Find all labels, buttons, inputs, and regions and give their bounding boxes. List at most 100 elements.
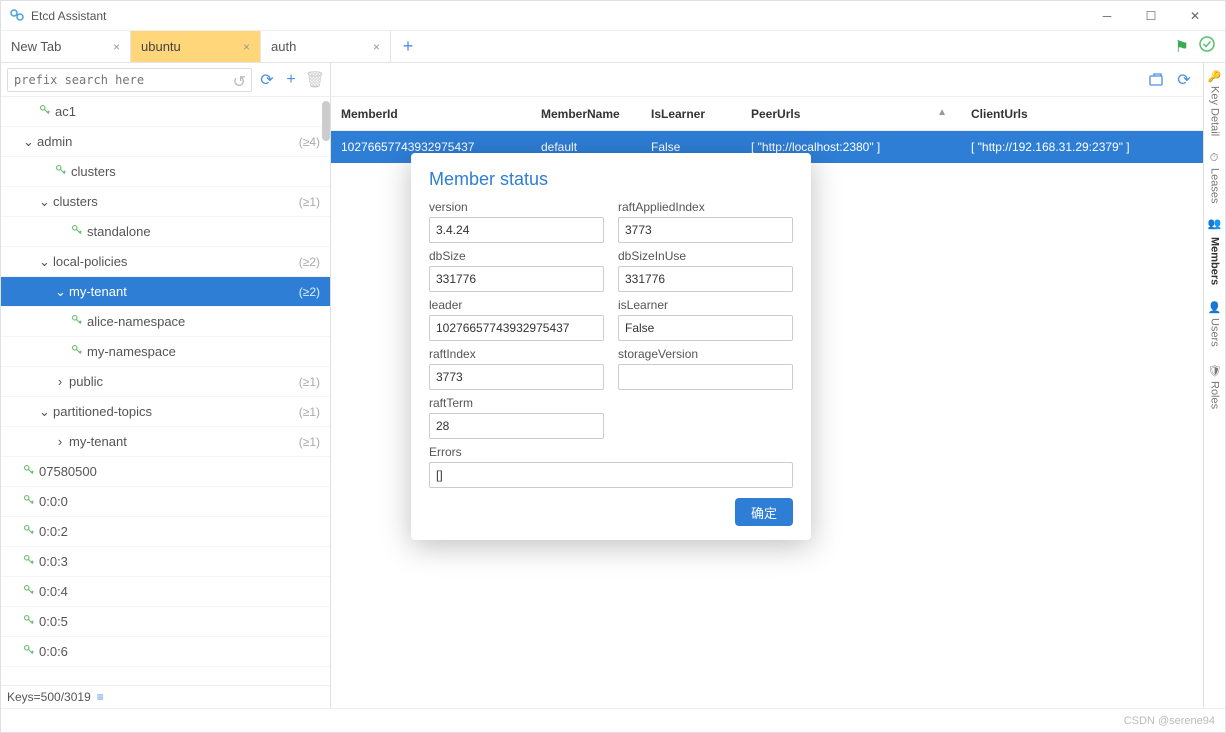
key-icon	[23, 524, 39, 539]
footer-menu-icon[interactable]: ≡	[97, 690, 104, 704]
tree-row[interactable]: ⌄my-tenant(≥2)	[1, 277, 330, 307]
cell-member-name: default	[531, 140, 641, 154]
tree-label: standalone	[87, 224, 320, 239]
key-icon	[23, 614, 39, 629]
key-icon	[23, 554, 39, 569]
tree-row[interactable]: alice-namespace	[1, 307, 330, 337]
label-leader: leader	[429, 298, 604, 312]
tree-row[interactable]: standalone	[1, 217, 330, 247]
th-member-id[interactable]: MemberId	[331, 107, 531, 121]
cell-client-urls: [ "http://192.168.31.29:2379" ]	[961, 140, 1203, 154]
th-client-urls[interactable]: ClientUrls	[961, 107, 1203, 121]
tree-row[interactable]: my-namespace	[1, 337, 330, 367]
tab-label: ubuntu	[141, 39, 181, 54]
field-is-learner[interactable]	[618, 315, 793, 341]
tree-label: my-tenant	[69, 284, 299, 299]
tree-row[interactable]: clusters	[1, 157, 330, 187]
ok-button[interactable]: 确定	[735, 498, 793, 526]
tree-count: (≥2)	[299, 255, 320, 269]
save-to-file-icon[interactable]	[1147, 71, 1165, 89]
tab-members[interactable]: 👥Members	[1208, 219, 1221, 285]
window-maximize-button[interactable]: ☐	[1129, 1, 1173, 31]
content-area: ⟳ MemberId MemberName IsLearner ▲PeerUrl…	[331, 63, 1203, 708]
flag-icon[interactable]: ⚑	[1175, 37, 1189, 57]
label-db-size: dbSize	[429, 249, 604, 263]
tree-row[interactable]: ⌄partitioned-topics(≥1)	[1, 397, 330, 427]
tree-row[interactable]: 0:0:4	[1, 577, 330, 607]
field-raft-applied-index[interactable]	[618, 217, 793, 243]
th-peer-urls[interactable]: ▲PeerUrls	[741, 107, 961, 121]
close-icon[interactable]: ×	[243, 40, 250, 54]
tree-row[interactable]: 0:0:5	[1, 607, 330, 637]
window-minimize-button[interactable]: ─	[1085, 1, 1129, 31]
tab-ubuntu[interactable]: ubuntu ×	[131, 31, 261, 62]
field-raft-term[interactable]	[429, 413, 604, 439]
field-storage-version[interactable]	[618, 364, 793, 390]
tree-row[interactable]: 0:0:3	[1, 547, 330, 577]
label-raft-applied-index: raftAppliedIndex	[618, 200, 793, 214]
tree-row[interactable]: ⌄admin(≥4)	[1, 127, 330, 157]
tree-label: my-namespace	[87, 344, 320, 359]
field-db-size[interactable]	[429, 266, 604, 292]
tree-row[interactable]: ⌄clusters(≥1)	[1, 187, 330, 217]
tree-label: 0:0:4	[39, 584, 320, 599]
tree-label: clusters	[53, 194, 299, 209]
chevron-down-icon: ⌄	[23, 134, 33, 150]
tree-label: clusters	[71, 164, 320, 179]
statusbar: CSDN @serene94	[1, 708, 1225, 732]
key-icon	[23, 584, 39, 599]
tree-row[interactable]: ›public(≥1)	[1, 367, 330, 397]
tree-row[interactable]: 07580500	[1, 457, 330, 487]
add-key-icon[interactable]: +	[282, 71, 300, 89]
label-raft-term: raftTerm	[429, 396, 604, 410]
key-tree[interactable]: ac1⌄admin(≥4)clusters⌄clusters(≥1)standa…	[1, 97, 330, 685]
field-version[interactable]	[429, 217, 604, 243]
label-errors: Errors	[429, 445, 793, 459]
tree-row[interactable]: 0:0:0	[1, 487, 330, 517]
tree-scrollbar[interactable]	[322, 101, 330, 141]
close-icon[interactable]: ×	[373, 40, 380, 54]
key-icon	[23, 644, 39, 659]
close-icon[interactable]: ×	[113, 40, 120, 54]
field-raft-index[interactable]	[429, 364, 604, 390]
roles-icon: 🛡	[1208, 363, 1221, 377]
tab-key-detail[interactable]: 🔑Key Detail	[1208, 69, 1221, 137]
field-leader[interactable]	[429, 315, 604, 341]
chevron-down-icon: ⌄	[55, 284, 65, 300]
new-tab-button[interactable]: +	[391, 31, 425, 62]
field-errors[interactable]	[429, 462, 793, 488]
tree-row[interactable]: ›my-tenant(≥1)	[1, 427, 330, 457]
prefix-search-input[interactable]	[7, 68, 252, 92]
tree-row[interactable]: ac1	[1, 97, 330, 127]
tab-auth[interactable]: auth×	[261, 31, 391, 62]
tree-row[interactable]: 0:0:2	[1, 517, 330, 547]
window-close-button[interactable]: ✕	[1173, 1, 1217, 31]
tab-leases[interactable]: ⏱Leases	[1209, 153, 1221, 203]
label-version: version	[429, 200, 604, 214]
search-clear-icon[interactable]: ↺	[233, 72, 246, 92]
tab-users[interactable]: 👤Users	[1208, 301, 1221, 347]
delete-key-icon[interactable]: 🗑	[306, 71, 324, 89]
th-is-learner[interactable]: IsLearner	[641, 107, 741, 121]
tab-label: New Tab	[11, 39, 61, 54]
tree-row[interactable]: ⌄local-policies(≥2)	[1, 247, 330, 277]
right-sidebar: 🔑Key Detail ⏱Leases 👥Members 👤Users 🛡Rol…	[1203, 63, 1225, 708]
refresh-content-icon[interactable]: ⟳	[1175, 71, 1193, 89]
label-raft-index: raftIndex	[429, 347, 604, 361]
key-icon	[71, 314, 87, 329]
tree-row[interactable]: 0:0:6	[1, 637, 330, 667]
cell-member-id: 10276657743932975437	[331, 140, 531, 154]
tree-label: my-tenant	[69, 434, 299, 449]
chevron-down-icon: ⌄	[39, 404, 49, 420]
key-icon	[23, 464, 39, 479]
field-db-size-in-use[interactable]	[618, 266, 793, 292]
members-table: MemberId MemberName IsLearner ▲PeerUrls …	[331, 97, 1203, 708]
leases-icon: ⏱	[1209, 153, 1221, 164]
th-member-name[interactable]: MemberName	[531, 107, 641, 121]
member-status-dialog: Member status version raftAppliedIndex d…	[411, 153, 811, 540]
tab-roles[interactable]: 🛡Roles	[1208, 363, 1221, 409]
tab-new-tab[interactable]: New Tab ×	[1, 31, 131, 62]
sidebar: ↺ ⟳ + 🗑 ac1⌄admin(≥4)clusters⌄clusters(≥…	[1, 63, 331, 708]
key-icon	[55, 164, 71, 179]
refresh-icon[interactable]: ⟳	[258, 71, 276, 89]
